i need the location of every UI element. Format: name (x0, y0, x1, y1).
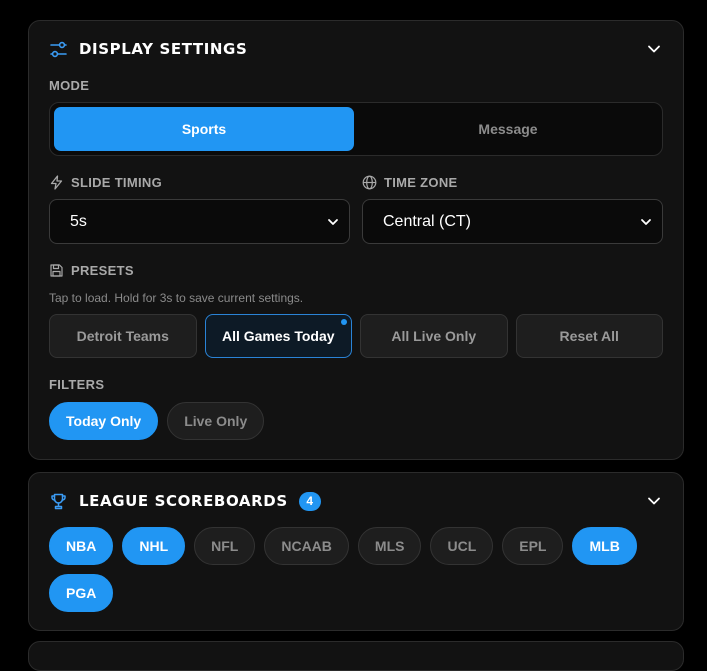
display-settings-header[interactable]: DISPLAY SETTINGS (49, 38, 663, 60)
presets-label-text: PRESETS (71, 263, 134, 278)
filters-row: Today Only Live Only (49, 402, 265, 440)
presets-label: PRESETS (49, 263, 134, 278)
league-pill-pga[interactable]: PGA (49, 574, 114, 612)
league-pill-nba[interactable]: NBA (49, 527, 114, 565)
preset-detroit-teams[interactable]: Detroit Teams (49, 314, 197, 358)
chevron-down-icon (327, 215, 339, 227)
mode-message-button[interactable]: Message (358, 107, 658, 151)
preset-label: Reset All (559, 328, 619, 344)
preset-label: Detroit Teams (76, 328, 169, 344)
preset-reset-all[interactable]: Reset All (515, 314, 663, 358)
league-pill-mlb[interactable]: MLB (572, 527, 637, 565)
league-pill-mls[interactable]: MLS (357, 527, 422, 565)
slide-timing-label: SLIDE TIMING (49, 175, 162, 190)
presets-hint: Tap to load. Hold for 3s to save current… (49, 291, 304, 305)
mode-label-text: MODE (49, 78, 90, 93)
league-pill-ucl[interactable]: UCL (430, 527, 494, 565)
display-settings-card: DISPLAY SETTINGS MODE Sports Message SLI… (28, 20, 684, 460)
preset-all-games-today[interactable]: All Games Today (204, 314, 352, 358)
preset-label: All Games Today (221, 328, 335, 344)
league-scoreboards-header[interactable]: LEAGUE SCOREBOARDS 4 (49, 490, 663, 512)
league-scoreboards-card: LEAGUE SCOREBOARDS 4 NBA NHL NFL NCAAB M… (28, 472, 684, 631)
display-settings-title: DISPLAY SETTINGS (79, 40, 248, 58)
preset-all-live-only[interactable]: All Live Only (360, 314, 508, 358)
active-dot (341, 319, 347, 325)
lightning-icon (49, 175, 64, 190)
sliders-icon (49, 40, 67, 58)
time-zone-select[interactable]: Central (CT) (362, 199, 663, 244)
filters-label-text: FILTERS (49, 377, 105, 392)
filter-today-only[interactable]: Today Only (49, 402, 159, 440)
league-pill-epl[interactable]: EPL (502, 527, 564, 565)
chevron-down-icon (640, 215, 652, 227)
league-pill-nhl[interactable]: NHL (122, 527, 186, 565)
globe-icon (362, 175, 377, 190)
mode-toggle: Sports Message (49, 102, 663, 156)
league-pill-nfl[interactable]: NFL (194, 527, 256, 565)
filter-live-only[interactable]: Live Only (167, 402, 265, 440)
slide-timing-select[interactable]: 5s (49, 199, 350, 244)
mode-label: MODE (49, 78, 89, 93)
filters-label: FILTERS (49, 377, 104, 392)
presets-row: Detroit Teams All Games Today All Live O… (49, 314, 663, 358)
league-pills: NBA NHL NFL NCAAB MLS UCL EPL MLB PGA (49, 527, 649, 612)
time-zone-value: Central (CT) (383, 212, 472, 230)
time-zone-label: TIME ZONE (362, 175, 457, 190)
chevron-down-icon[interactable] (645, 492, 663, 510)
mode-sports-button[interactable]: Sports (54, 107, 354, 151)
league-pill-ncaab[interactable]: NCAAB (264, 527, 349, 565)
trophy-icon (49, 492, 67, 510)
preset-label: All Live Only (391, 328, 477, 344)
time-zone-label-text: TIME ZONE (384, 175, 458, 190)
league-count-badge: 4 (298, 491, 321, 511)
league-scoreboards-title: LEAGUE SCOREBOARDS (79, 492, 288, 510)
chevron-down-icon[interactable] (645, 40, 663, 58)
slide-timing-label-text: SLIDE TIMING (71, 175, 162, 190)
save-icon (49, 263, 64, 278)
slide-timing-value: 5s (70, 212, 87, 230)
